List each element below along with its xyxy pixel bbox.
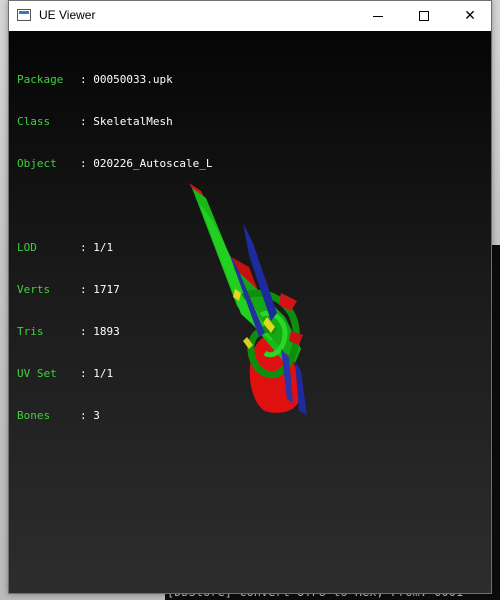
info-label: Object xyxy=(17,157,57,170)
mesh-info-panel: Package : 00050033.upk Class : SkeletalMes… xyxy=(17,45,212,451)
info-value: : 1717 xyxy=(80,283,120,296)
minimize-button[interactable] xyxy=(355,1,401,31)
package-value: 00050033.upk xyxy=(93,73,173,86)
3d-viewport[interactable]: Package : 00050033.upk Class : SkeletalMes… xyxy=(9,31,491,593)
info-label: Tris xyxy=(17,325,44,338)
mesh-red-part xyxy=(279,293,297,311)
class-value: SkeletalMesh xyxy=(93,115,173,128)
window-title: UE Viewer xyxy=(39,8,96,22)
info-label: Package xyxy=(17,73,64,86)
tris-value: 1893 xyxy=(93,325,120,338)
maximize-icon xyxy=(419,11,429,21)
info-value: : 1/1 xyxy=(80,241,114,254)
object-value: 020226_Autoscale_L xyxy=(93,157,213,170)
bones-value: 3 xyxy=(93,409,100,422)
info-value: : 3 xyxy=(80,409,100,422)
info-value: : 020226_Autoscale_L xyxy=(80,157,213,170)
info-label: Bones xyxy=(17,409,51,422)
info-row-verts: Verts : 1717 xyxy=(17,283,212,297)
info-value: : SkeletalMesh xyxy=(80,115,173,128)
info-row-bones: Bones : 3 xyxy=(17,409,212,423)
uvset-value: 1/1 xyxy=(93,367,114,380)
info-label: Verts xyxy=(17,283,51,296)
info-row-class: Class : SkeletalMesh xyxy=(17,115,212,129)
maximize-button[interactable] xyxy=(401,1,447,31)
info-row-tris: Tris : 1893 xyxy=(17,325,212,339)
lod-value: 1/1 xyxy=(93,241,114,254)
minimize-icon xyxy=(373,15,383,17)
info-label: LOD xyxy=(17,241,37,254)
verts-value: 1717 xyxy=(93,283,120,296)
info-row-package: Package : 00050033.upk xyxy=(17,73,212,87)
close-icon: ✕ xyxy=(464,8,476,24)
info-row-lod: LOD : 1/1 xyxy=(17,241,212,255)
info-value: : 1893 xyxy=(80,325,120,338)
info-value: : 00050033.upk xyxy=(80,73,173,86)
info-label: Class xyxy=(17,115,51,128)
info-row-uvset: UV Set : 1/1 xyxy=(17,367,212,381)
ue-viewer-window[interactable]: UE Viewer ✕ Package: 00050033.upk Class… xyxy=(8,0,492,594)
info-value: : 1/1 xyxy=(80,367,114,380)
info-row-object: Object : 020226_Autoscale_L xyxy=(17,157,212,171)
close-button[interactable]: ✕ xyxy=(447,1,493,31)
info-label: UV Set xyxy=(17,367,57,380)
app-window-icon xyxy=(17,9,31,21)
title-bar[interactable]: UE Viewer ✕ xyxy=(9,1,491,31)
